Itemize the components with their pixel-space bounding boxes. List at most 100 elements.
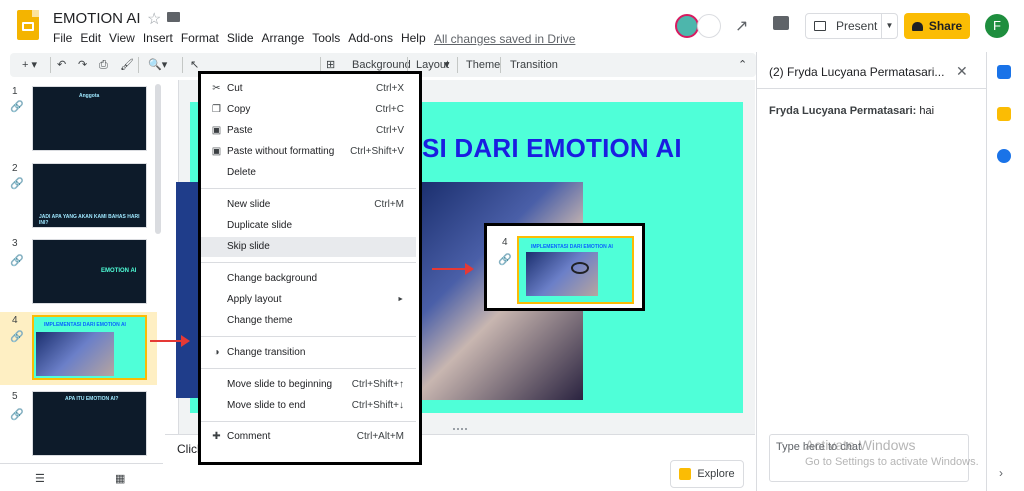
- collapse-toolbar-icon[interactable]: ⌃: [738, 53, 747, 77]
- chat-message-author: Fryda Lucyana Permatasari:: [769, 105, 917, 117]
- activity-dashboard-icon[interactable]: ↗: [735, 16, 748, 36]
- thumbnail-title: Anggota: [79, 93, 100, 99]
- paste-icon: ▣: [211, 125, 222, 136]
- close-icon[interactable]: ✕: [956, 63, 968, 80]
- new-slide-icon[interactable]: + ▾: [22, 53, 37, 77]
- star-icon[interactable]: ☆: [147, 9, 161, 29]
- slide-thumbnail-3[interactable]: EMOTION AI: [32, 239, 147, 304]
- skipped-slide-preview: 4 🔗 IMPLEMENTASI DARI EMOTION AI: [484, 223, 645, 311]
- explore-label: Explore: [697, 468, 735, 480]
- context-menu: ✂ Cut Ctrl+X ❐ Copy Ctrl+C ▣ Paste Ctrl+…: [198, 71, 422, 465]
- toolbar-divider: [50, 57, 51, 73]
- chat-title: (2) Fryda Lucyana Permatasari...: [769, 65, 945, 79]
- slide-title[interactable]: SI DARI EMOTION AI: [422, 133, 682, 164]
- menu-slide[interactable]: Slide: [223, 31, 258, 45]
- annotation-arrow: [432, 263, 474, 275]
- slide-number: 3: [12, 238, 18, 249]
- save-status[interactable]: All changes saved in Drive: [434, 32, 575, 46]
- slide-image-left[interactable]: [176, 182, 200, 398]
- menu-bar: File Edit View Insert Format Slide Arran…: [49, 31, 430, 45]
- menu-item-cut[interactable]: ✂ Cut Ctrl+X: [201, 79, 416, 99]
- link-icon: 🔗: [10, 178, 24, 190]
- transition-button[interactable]: Transition: [510, 53, 558, 77]
- slide-filmstrip: 1 🔗 Anggota 2 🔗 JADI APA YANG AKAN KAMI …: [0, 80, 163, 491]
- share-person-icon: [911, 21, 923, 31]
- slide-number: 2: [12, 163, 18, 174]
- slide-number: 4: [12, 315, 18, 326]
- chat-message: Fryda Lucyana Permatasari: hai: [769, 105, 934, 117]
- document-title[interactable]: EMOTION AI: [53, 10, 141, 27]
- zoom-icon[interactable]: 🔍▾: [148, 53, 167, 77]
- menu-item-paste[interactable]: ▣ Paste Ctrl+V: [201, 121, 416, 141]
- windows-activation-subtitle: Go to Settings to activate Windows.: [805, 456, 979, 468]
- undo-icon[interactable]: ↶: [57, 53, 66, 77]
- grid-view-icon[interactable]: ▦: [115, 472, 125, 485]
- menu-edit[interactable]: Edit: [76, 31, 105, 45]
- notes-resize-handle[interactable]: [453, 428, 467, 432]
- calendar-icon[interactable]: [997, 65, 1011, 79]
- redo-icon[interactable]: ↷: [78, 53, 87, 77]
- thumbnail-title: IMPLEMENTASI DARI EMOTION AI: [531, 244, 613, 250]
- explore-icon: [679, 468, 692, 480]
- link-icon: 🔗: [10, 255, 24, 267]
- collaborator-avatar[interactable]: [675, 14, 699, 38]
- tasks-icon[interactable]: [997, 149, 1011, 163]
- menu-tools[interactable]: Tools: [308, 31, 344, 45]
- share-button[interactable]: Share: [904, 13, 970, 39]
- menu-item-paste-plain[interactable]: ▣ Paste without formatting Ctrl+Shift+V: [201, 142, 416, 162]
- present-dropdown-icon[interactable]: ▼: [881, 14, 897, 38]
- present-icon: [814, 21, 826, 31]
- menu-item-duplicate-slide[interactable]: Duplicate slide: [201, 216, 416, 236]
- print-icon[interactable]: ⎙: [99, 53, 108, 77]
- menu-item-comment[interactable]: ✚ Comment Ctrl+Alt+M: [201, 427, 416, 447]
- filmstrip-scrollbar[interactable]: [155, 84, 161, 234]
- slide-thumbnail-1[interactable]: Anggota: [32, 86, 147, 151]
- thumbnail-image: [36, 332, 114, 376]
- menu-item-delete[interactable]: Delete: [201, 163, 416, 183]
- menu-insert[interactable]: Insert: [139, 31, 177, 45]
- theme-button[interactable]: Theme: [466, 53, 500, 77]
- explore-button[interactable]: Explore: [670, 460, 744, 488]
- menu-item-move-to-end[interactable]: Move slide to end Ctrl+Shift+↓: [201, 396, 416, 416]
- filmstrip-view-icon[interactable]: ☰: [35, 472, 45, 485]
- menu-item-apply-layout[interactable]: Apply layout ►: [201, 290, 416, 310]
- paint-format-icon[interactable]: 🖌: [120, 53, 134, 77]
- comment-add-icon: ✚: [212, 431, 221, 442]
- layout-dropdown-icon[interactable]: ▾: [444, 53, 450, 77]
- account-avatar[interactable]: F: [985, 14, 1009, 38]
- menu-file[interactable]: File: [49, 31, 76, 45]
- chat-collaborators-icon[interactable]: [697, 14, 721, 38]
- menu-divider: [201, 262, 416, 263]
- keep-icon[interactable]: [997, 107, 1011, 121]
- menu-item-change-background[interactable]: Change background: [201, 269, 416, 289]
- menu-item-change-transition[interactable]: ◑ Change transition: [201, 343, 416, 363]
- chat-message-text: hai: [919, 105, 935, 117]
- menu-item-move-to-beginning[interactable]: Move slide to beginning Ctrl+Shift+↑: [201, 375, 416, 395]
- folder-icon[interactable]: [167, 12, 180, 22]
- menu-item-new-slide[interactable]: New slide Ctrl+M: [201, 195, 416, 215]
- menu-item-change-theme[interactable]: Change theme: [201, 311, 416, 331]
- menu-view[interactable]: View: [105, 31, 139, 45]
- menu-arrange[interactable]: Arrange: [258, 31, 309, 45]
- link-icon: 🔗: [498, 254, 512, 266]
- annotation-arrow: [150, 335, 190, 347]
- slide-thumbnail-2[interactable]: JADI APA YANG AKAN KAMI BAHAS HARI INI?: [32, 163, 147, 228]
- expand-panel-icon[interactable]: ›: [999, 466, 1003, 480]
- chat-divider: [756, 88, 986, 89]
- menu-item-copy[interactable]: ❐ Copy Ctrl+C: [201, 100, 416, 120]
- slide-thumbnail-4[interactable]: IMPLEMENTASI DARI EMOTION AI: [32, 315, 147, 380]
- thumbnail-image: [526, 252, 598, 296]
- menu-help[interactable]: Help: [397, 31, 430, 45]
- menu-format[interactable]: Format: [177, 31, 223, 45]
- present-button[interactable]: Present ▼: [805, 13, 898, 39]
- thumbnail-title: JADI APA YANG AKAN KAMI BAHAS HARI INI?: [39, 214, 140, 226]
- menu-item-skip-slide[interactable]: Skip slide: [201, 237, 416, 257]
- thumbnail-title: IMPLEMENTASI DARI EMOTION AI: [44, 322, 126, 328]
- slide-thumbnail-5[interactable]: APA ITU EMOTION AI?: [32, 391, 147, 456]
- toolbar-divider: [138, 57, 139, 73]
- slides-logo-icon[interactable]: [17, 10, 39, 40]
- menu-addons[interactable]: Add-ons: [344, 31, 397, 45]
- share-label: Share: [928, 19, 963, 33]
- toolbar-divider: [500, 57, 501, 73]
- comment-history-icon[interactable]: [773, 16, 789, 30]
